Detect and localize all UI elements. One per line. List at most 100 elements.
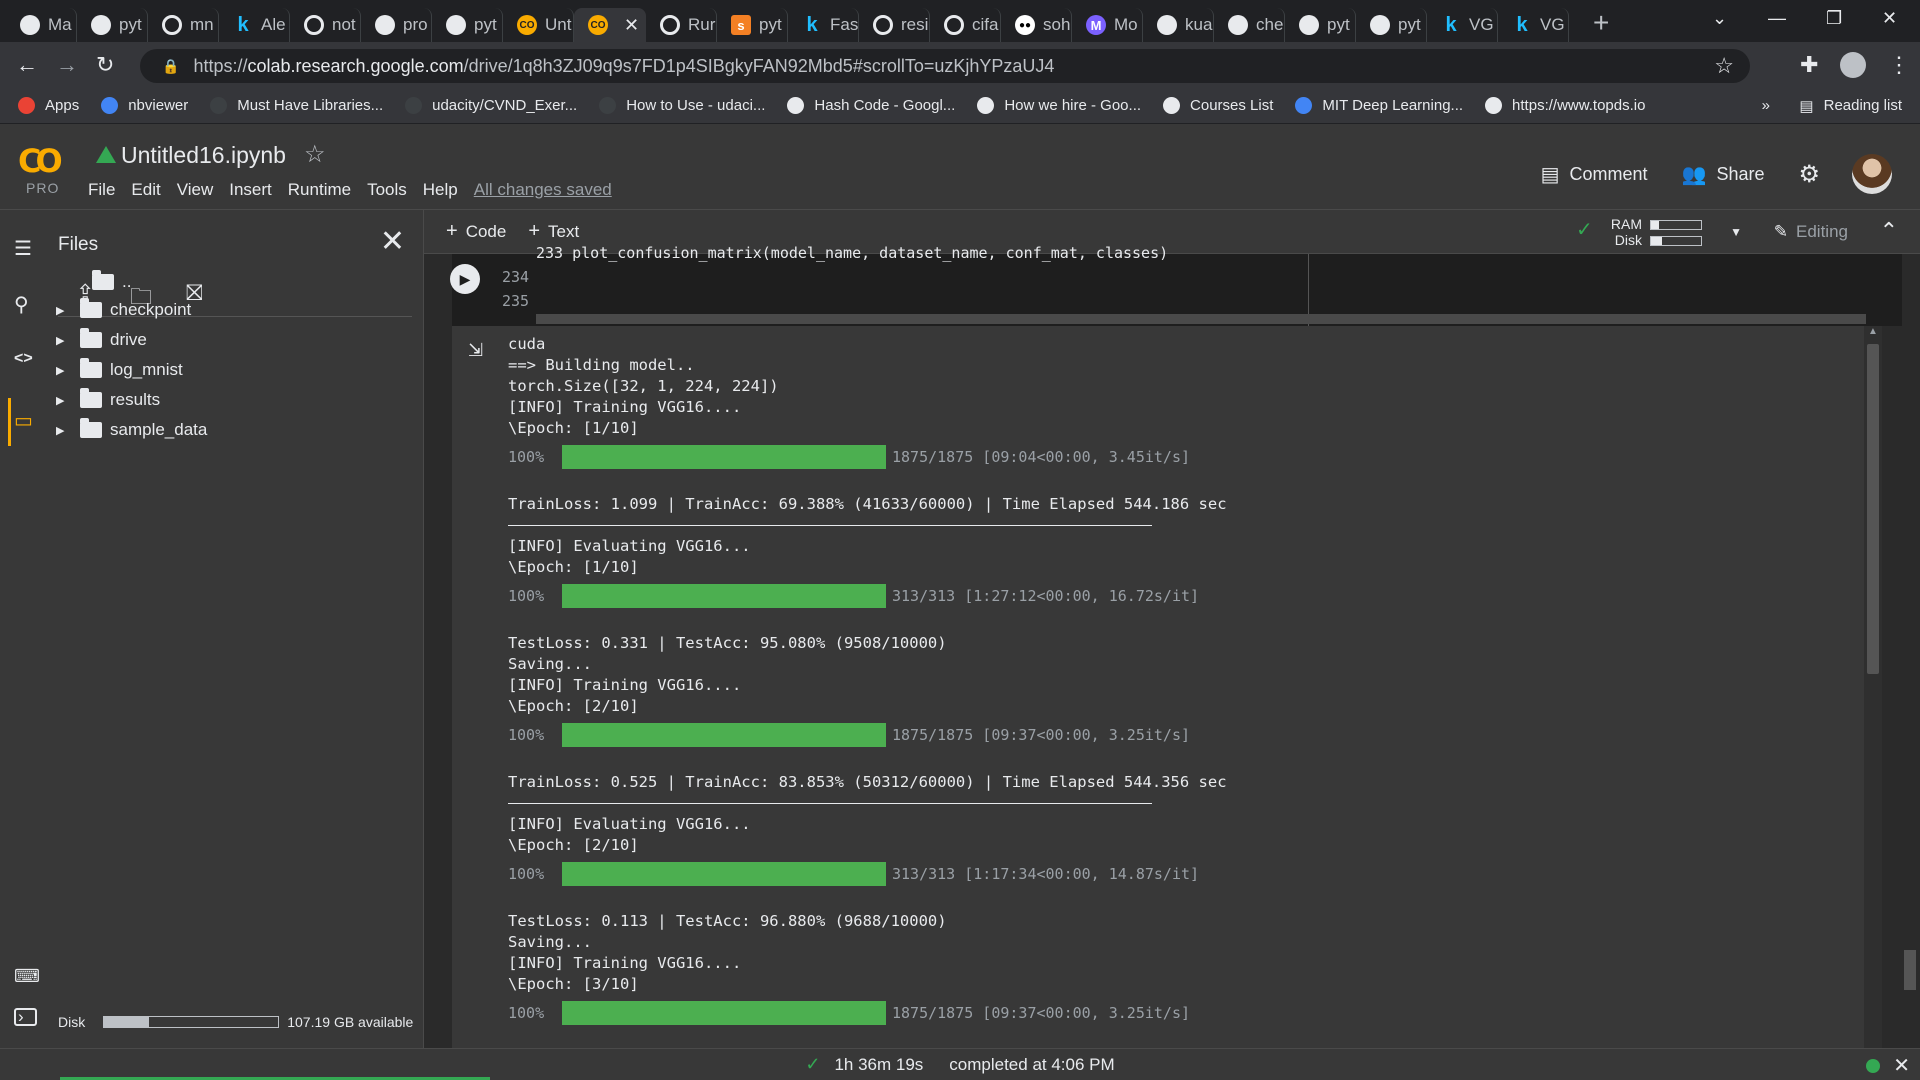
browser-tab[interactable]: kua <box>1143 8 1214 42</box>
ram-bar <box>1650 220 1702 231</box>
browser-tab[interactable]: pyt <box>77 8 148 42</box>
caret-right-icon[interactable]: ▶ <box>56 334 68 347</box>
more-bookmarks-icon[interactable]: » <box>1762 97 1770 114</box>
menu-view[interactable]: View <box>177 180 214 200</box>
table-of-contents-icon[interactable]: ☰ <box>14 236 32 261</box>
resource-monitor[interactable]: ✓ RAM Disk ▼ <box>1576 216 1742 248</box>
scrollbar-thumb[interactable] <box>1867 344 1879 674</box>
folder-item[interactable]: ▶ sample_data <box>48 418 207 440</box>
bookmark-item[interactable]: How to Use - udaci... <box>599 97 765 114</box>
window-close-icon[interactable]: ✕ <box>1882 8 1897 29</box>
browser-tab[interactable]: k Ale <box>219 8 290 42</box>
account-avatar[interactable] <box>1852 154 1892 194</box>
browser-tab[interactable]: mn <box>148 8 219 42</box>
share-button[interactable]: 👥 Share <box>1682 162 1765 187</box>
caret-right-icon[interactable]: ▶ <box>56 394 68 407</box>
browser-tab[interactable]: Ma <box>6 8 77 42</box>
horizontal-scrollbar[interactable] <box>536 314 1866 324</box>
bookmark-item[interactable]: nbviewer <box>101 97 188 114</box>
browser-tab[interactable]: pro <box>361 8 432 42</box>
folder-item[interactable]: ▶ log_mnist <box>48 358 183 380</box>
new-tab-icon[interactable]: + <box>1593 7 1609 39</box>
caret-right-icon[interactable]: ▶ <box>56 304 68 317</box>
colab-icon: CO <box>517 15 537 35</box>
bookmark-item[interactable]: https://www.topds.io <box>1485 97 1645 114</box>
bookmark-item[interactable]: Hash Code - Googl... <box>787 97 955 114</box>
run-cell-icon[interactable]: ▶ <box>450 264 480 294</box>
menu-tools[interactable]: Tools <box>367 180 407 200</box>
forward-icon[interactable]: → <box>56 52 78 78</box>
bookmark-star-icon[interactable]: ☆ <box>1714 53 1734 79</box>
caret-right-icon[interactable]: ▶ <box>56 364 68 377</box>
browser-tab[interactable]: che <box>1214 8 1285 42</box>
folder-item[interactable]: ▶ checkpoint <box>48 298 192 320</box>
code-cell[interactable]: ▶ 233 plot_confusion_matrix(model_name, … <box>450 244 1902 326</box>
minimize-icon[interactable]: — <box>1768 8 1786 29</box>
bookmark-item[interactable]: Courses List <box>1163 97 1273 114</box>
code-snippets-icon[interactable]: <> <box>14 350 33 368</box>
browser-tab[interactable]: k VG <box>1498 8 1569 42</box>
bookmark-item[interactable]: MIT Deep Learning... <box>1295 97 1463 114</box>
caret-right-icon[interactable]: ▶ <box>56 424 68 437</box>
browser-tab[interactable]: resi <box>859 8 930 42</box>
browser-tab[interactable]: pyt <box>1356 8 1427 42</box>
menu-edit[interactable]: Edit <box>131 180 160 200</box>
browser-tab[interactable]: Rur <box>646 8 717 42</box>
browser-tab[interactable]: ●● soh <box>1001 8 1072 42</box>
browser-menu-icon[interactable]: ⋮ <box>1888 52 1910 78</box>
extensions-icon[interactable]: ✚ <box>1800 52 1818 78</box>
bookmark-item[interactable]: How we hire - Goo... <box>977 97 1141 114</box>
browser-tab[interactable]: M Mo <box>1072 8 1143 42</box>
bookmark-item[interactable]: Must Have Libraries... <box>210 97 383 114</box>
browser-tab[interactable]: k Fas <box>788 8 859 42</box>
output-line: [INFO] Training VGG16.... <box>508 954 742 972</box>
output-action-icon[interactable]: ⇲ <box>468 340 483 361</box>
bookmark-item[interactable]: udacity/CVND_Exer... <box>405 97 577 114</box>
folder-label: checkpoint <box>110 300 192 319</box>
collapse-header-icon[interactable]: ⌃ <box>1880 218 1898 244</box>
tab-search-icon[interactable]: ⌄ <box>1712 8 1727 29</box>
browser-tab[interactable]: pyt <box>1285 8 1356 42</box>
menu-help[interactable]: Help <box>423 180 458 200</box>
browser-tab[interactable]: pyt <box>432 8 503 42</box>
menu-file[interactable]: File <box>88 180 115 200</box>
command-palette-icon[interactable]: ⌨ <box>14 966 40 987</box>
folder-icon[interactable]: ▭ <box>14 408 33 433</box>
save-status[interactable]: All changes saved <box>474 180 612 200</box>
browser-tab[interactable]: k VG <box>1427 8 1498 42</box>
settings-button[interactable]: ⚙ <box>1798 160 1830 189</box>
notebook-title[interactable]: Untitled16.ipynb <box>121 142 286 169</box>
address-bar[interactable]: 🔒 https://colab.research.google.com/driv… <box>140 49 1750 83</box>
profile-avatar[interactable] <box>1840 52 1866 78</box>
star-icon[interactable]: ☆ <box>304 140 326 169</box>
browser-tab[interactable]: s pyt <box>717 8 788 42</box>
editing-mode[interactable]: ✎ Editing <box>1774 222 1848 242</box>
search-icon[interactable]: ⚲ <box>14 292 29 317</box>
parent-folder[interactable]: .. <box>80 270 131 292</box>
browser-tab[interactable]: cifa <box>930 8 1001 42</box>
close-tab-icon[interactable]: ✕ <box>624 15 639 36</box>
folder-item[interactable]: ▶ drive <box>48 328 147 350</box>
menu-insert[interactable]: Insert <box>229 180 272 200</box>
browser-tab[interactable]: CO ✕ <box>574 8 646 42</box>
bookmark-item[interactable]: Apps <box>18 97 79 114</box>
comment-button[interactable]: ▤ Comment <box>1541 162 1648 187</box>
menu-runtime[interactable]: Runtime <box>288 180 351 200</box>
colab-logo[interactable]: CO <box>18 142 70 180</box>
folder-item[interactable]: ▶ results <box>48 388 160 410</box>
scroll-up-icon[interactable]: ▲ <box>1868 326 1878 337</box>
browser-tab[interactable]: not <box>290 8 361 42</box>
vertical-scrollbar[interactable]: ▲ <box>1864 326 1882 1048</box>
reading-list-button[interactable]: ▤ Reading list <box>1799 97 1902 115</box>
terminal-icon[interactable]: ›_ <box>14 1008 38 1026</box>
back-icon[interactable]: ← <box>16 52 38 78</box>
add-text-button[interactable]: + Text <box>528 220 579 243</box>
dropdown-arrow-icon[interactable]: ▼ <box>1730 224 1742 240</box>
add-code-button[interactable]: + Code <box>446 220 506 243</box>
reload-icon[interactable]: ↻ <box>96 52 114 78</box>
page-scroll-thumb[interactable] <box>1904 950 1916 990</box>
close-icon[interactable]: ✕ <box>1893 1053 1910 1078</box>
browser-tab[interactable]: CO Unt <box>503 8 574 42</box>
close-icon[interactable]: ✕ <box>380 224 405 259</box>
restore-icon[interactable]: ❐ <box>1826 8 1842 29</box>
